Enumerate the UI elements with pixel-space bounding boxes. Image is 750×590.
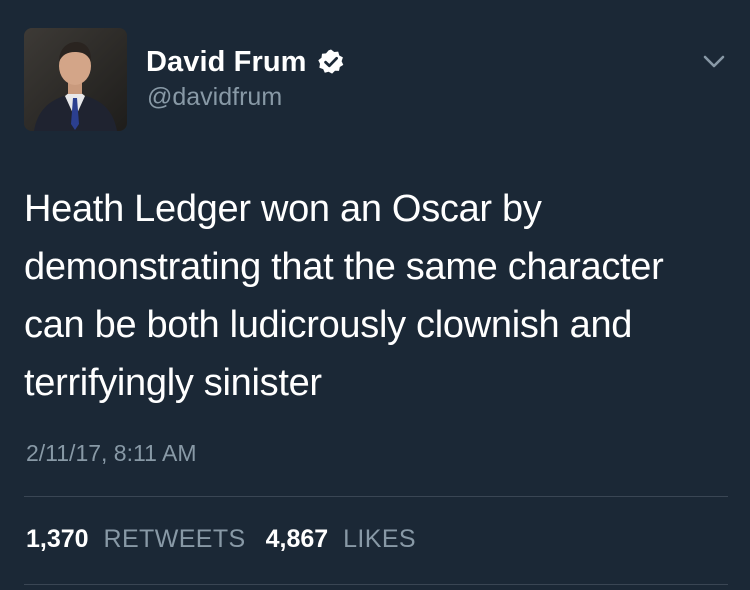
likes-stat[interactable]: 4,867 LIKES: [266, 525, 416, 554]
likes-count: 4,867: [265, 525, 329, 553]
tweet-text-line: demonstrating that the same character: [24, 246, 664, 288]
name-row: David Frum: [146, 44, 345, 80]
tweet-text-line: Heath Ledger won an Oscar by: [24, 188, 542, 230]
tweet-text-line: terrifyingly sinister: [24, 362, 322, 404]
tweet-text-line: can be both ludicrously clownish and: [24, 304, 633, 346]
retweets-count: 1,370: [26, 525, 89, 553]
handle[interactable]: @davidfrum: [147, 83, 282, 112]
avatar[interactable]: [24, 28, 127, 131]
timestamp[interactable]: 2/11/17, 8:11 AM: [26, 440, 197, 467]
tweet-text: Heath Ledger won an Oscar by demonstrati…: [24, 180, 724, 412]
verified-badge-icon: [317, 48, 345, 76]
chevron-down-icon[interactable]: [702, 54, 726, 70]
divider: [24, 584, 728, 585]
tweet-card: David Frum @davidfrum Heath Ledger won a…: [0, 0, 750, 590]
retweets-stat[interactable]: 1,370 RETWEETS: [26, 525, 246, 554]
retweets-label: RETWEETS: [103, 525, 246, 553]
display-name[interactable]: David Frum: [146, 46, 307, 79]
divider: [24, 496, 728, 497]
likes-label: LIKES: [343, 525, 416, 553]
tweet-stats: 1,370 RETWEETS 4,867 LIKES: [26, 525, 416, 554]
